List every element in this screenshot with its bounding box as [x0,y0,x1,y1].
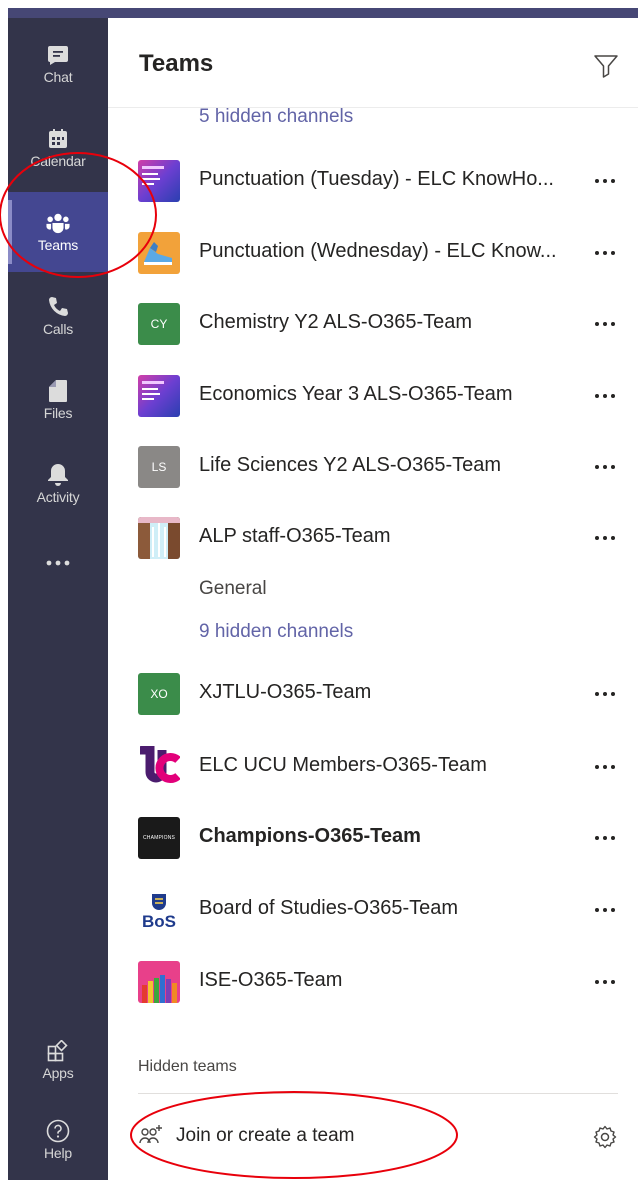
bos-logo-avatar: BoS [138,889,180,931]
more-options-icon[interactable] [592,902,618,918]
rail-item-label: Help [44,1145,72,1161]
more-options-icon[interactable] [592,459,618,475]
team-name: XJTLU-O365-Team [199,681,372,703]
pencils-image-avatar [138,961,180,1003]
hidden-channels-link[interactable]: 5 hidden channels [199,106,353,128]
more-options-icon[interactable] [592,759,618,775]
calendar-icon [46,127,70,151]
rail-item-help[interactable]: Help [8,1100,108,1180]
team-row[interactable]: CY Chemistry Y2 ALS-O365-Team [108,294,638,354]
team-row[interactable]: XO XJTLU-O365-Team [108,664,638,724]
rail-item-label: Apps [42,1065,74,1081]
join-label: Join or create a team [176,1125,355,1146]
rail-item-label: Teams [37,237,79,253]
teams-panel: Teams 5 hidden channels Punctuation (Tue… [108,18,638,1180]
chat-icon [46,43,70,67]
more-apps-button[interactable] [8,524,108,604]
team-row[interactable]: CHAMPIONS Champions-O365-Team [108,808,638,868]
divider [138,1093,618,1094]
hidden-channels-link[interactable]: 9 hidden channels [199,621,353,643]
team-row[interactable]: BoS Board of Studies-O365-Team [108,880,638,940]
teams-icon [46,211,70,235]
rail-item-teams[interactable]: Teams [8,192,108,272]
rail-item-label: Calendar [30,153,86,169]
more-options-icon[interactable] [592,530,618,546]
avatar-text: CHAMPIONS [142,835,176,841]
team-name: ISE-O365-Team [199,969,343,991]
team-row[interactable]: Punctuation (Wednesday) - ELC Know... [108,223,638,283]
rail-item-chat[interactable]: Chat [8,24,108,104]
more-options-icon[interactable] [592,245,618,261]
sneaker-image-avatar [138,232,180,274]
page-title: Teams [139,50,214,77]
team-name: Board of Studies-O365-Team [199,897,459,919]
team-name: Champions-O365-Team [199,825,421,847]
rail-item-activity[interactable]: Activity [8,444,108,524]
add-people-icon [138,1123,164,1149]
gear-icon[interactable] [592,1124,618,1150]
avatar-initials: LS [151,460,167,474]
team-row[interactable]: Economics Year 3 ALS-O365-Team [108,366,638,426]
team-name: Life Sciences Y2 ALS-O365-Team [199,454,502,476]
more-options-icon[interactable] [592,686,618,702]
more-options-icon[interactable] [592,173,618,189]
team-name: Chemistry Y2 ALS-O365-Team [199,311,473,333]
team-row[interactable]: ISE-O365-Team [108,952,638,1012]
waterfall-image-avatar [138,517,180,559]
rail-item-label: Chat [43,69,73,85]
avatar-initials: CY [150,317,168,331]
channel-general[interactable]: General [199,578,267,600]
rail-item-files[interactable]: Files [8,360,108,440]
elc-logo-avatar [138,160,180,202]
bell-icon [46,463,70,487]
team-initials-avatar: LS [138,446,180,488]
rail-item-apps[interactable]: Apps [8,1020,108,1100]
more-options-icon[interactable] [592,316,618,332]
ucu-logo-avatar [138,746,180,788]
team-row[interactable]: Punctuation (Tuesday) - ELC KnowHo... [108,151,638,211]
avatar-text: BoS [142,912,176,931]
phone-icon [46,295,70,319]
team-initials-avatar: XO [138,673,180,715]
team-name: ALP staff-O365-Team [199,525,391,547]
file-icon [46,379,70,403]
avatar-initials: XO [150,687,168,701]
more-icon [46,551,70,575]
rail-item-calls[interactable]: Calls [8,276,108,356]
team-name: ELC UCU Members-O365-Team [199,754,487,776]
team-initials-avatar: CY [138,303,180,345]
join-or-create-team-button[interactable]: Join or create a team [138,1116,458,1156]
team-row[interactable]: ALP staff-O365-Team [108,508,638,568]
more-options-icon[interactable] [592,974,618,990]
app-bar: Chat Calendar Teams Calls Files Activity [8,18,108,1180]
team-name: Punctuation (Wednesday) - ELC Know... [199,240,557,262]
rail-item-label: Activity [36,489,80,505]
champions-logo-avatar: CHAMPIONS [138,817,180,859]
team-row[interactable]: LS Life Sciences Y2 ALS-O365-Team [108,437,638,497]
filter-icon[interactable] [593,53,619,79]
more-options-icon[interactable] [592,388,618,404]
apps-icon [46,1039,70,1063]
help-icon [46,1119,70,1143]
elc-logo-avatar [138,375,180,417]
rail-item-label: Files [43,405,73,421]
panel-header: Teams [108,18,638,108]
rail-item-calendar[interactable]: Calendar [8,108,108,188]
more-options-icon[interactable] [592,830,618,846]
rail-item-label: Calls [42,321,74,337]
team-name: Economics Year 3 ALS-O365-Team [199,383,513,405]
team-row[interactable]: ELC UCU Members-O365-Team [108,737,638,797]
title-bar [8,8,638,18]
team-name: Punctuation (Tuesday) - ELC KnowHo... [199,168,554,190]
hidden-teams-link[interactable]: Hidden teams [138,1058,237,1076]
